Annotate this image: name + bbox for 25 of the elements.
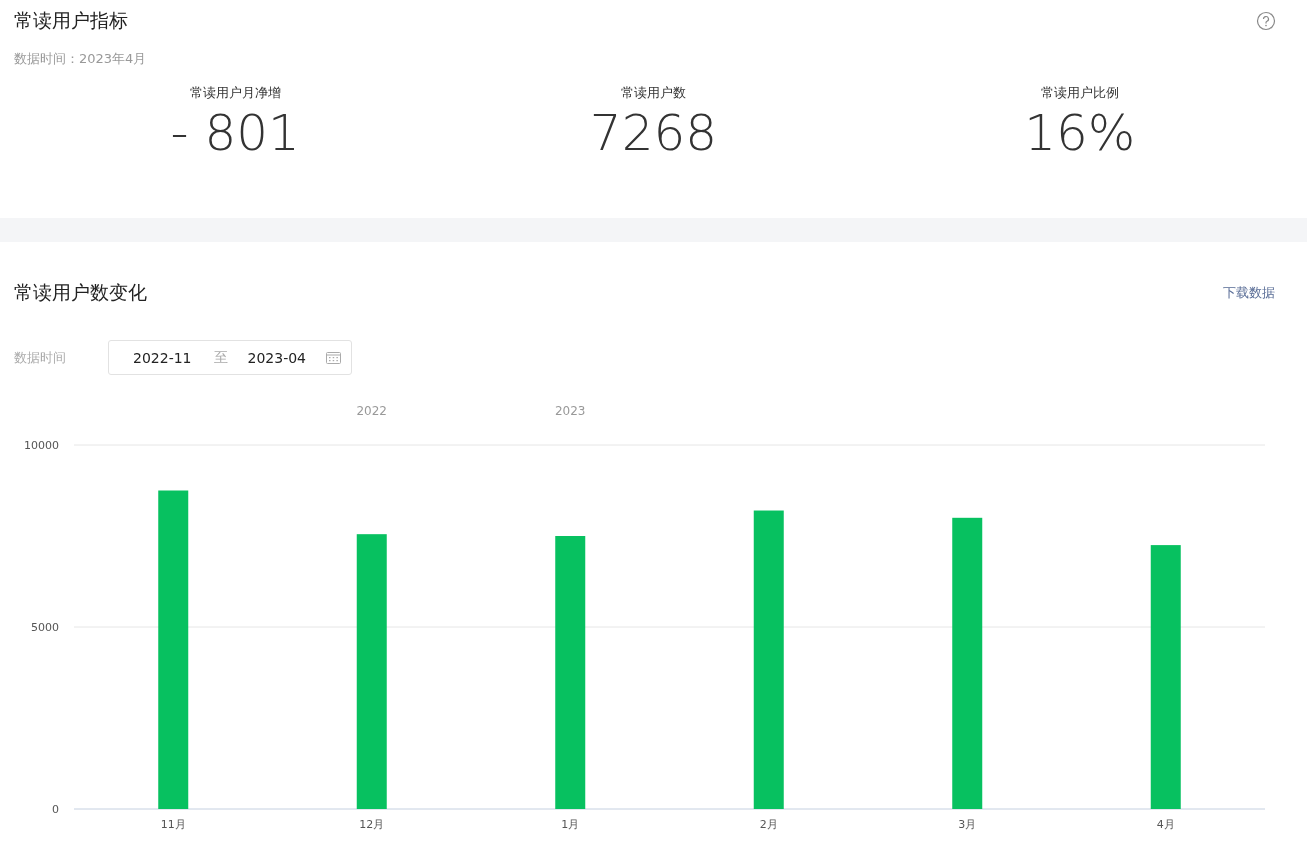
date-label: 数据时间 xyxy=(14,348,67,367)
year-label: 2022 xyxy=(356,404,387,418)
x-axis-label: 12月 xyxy=(359,818,385,831)
data-time: 数据时间：2023年4月 xyxy=(14,50,148,68)
metric-value: - 801 xyxy=(170,104,300,162)
metric-label: 常读用户数 xyxy=(621,84,686,102)
calendar-icon xyxy=(326,351,341,364)
metric-value: 16% xyxy=(1024,104,1136,162)
download-link[interactable]: 下载数据 xyxy=(1223,284,1275,302)
y-axis-label: 10000 xyxy=(24,439,59,452)
metric-value: 7268 xyxy=(589,104,718,162)
x-axis-label: 11月 xyxy=(160,818,186,831)
metric-label: 常读用户月净增 xyxy=(189,84,281,102)
x-axis-label: 1月 xyxy=(561,818,580,831)
section-title: 常读用户指标 xyxy=(14,8,128,33)
metric-label: 常读用户比例 xyxy=(1040,84,1119,102)
x-axis-label: 4月 xyxy=(1156,818,1175,831)
help-icon[interactable] xyxy=(1256,11,1276,31)
x-axis-label: 2月 xyxy=(759,818,778,831)
date-range-field[interactable]: 2022-11 至 2023-04 xyxy=(108,340,352,375)
y-axis-label: 0 xyxy=(52,803,59,816)
x-axis-label: 3月 xyxy=(958,818,977,831)
year-label: 2023 xyxy=(555,404,586,418)
section-title: 常读用户数变化 xyxy=(14,280,147,305)
y-axis-label: 5000 xyxy=(31,621,59,634)
